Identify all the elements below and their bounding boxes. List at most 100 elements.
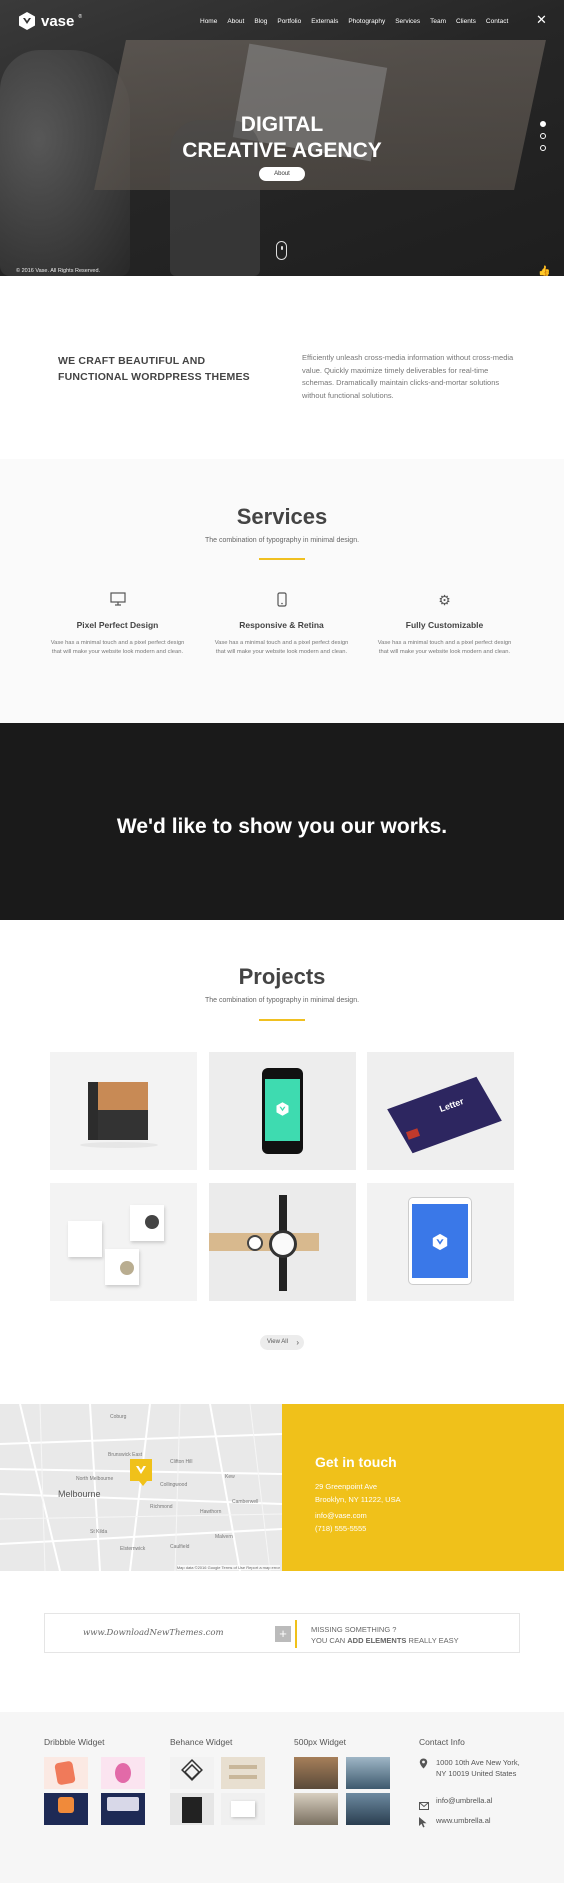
- add-line1: MISSING SOMETHING ?: [311, 1625, 397, 1634]
- map-label: Coburg: [110, 1414, 127, 1420]
- nav-contact[interactable]: Contact: [486, 18, 508, 25]
- slider-dot-3[interactable]: [540, 145, 546, 151]
- project-card-boxes[interactable]: [50, 1183, 197, 1301]
- dribbble-thumb-1[interactable]: [44, 1757, 88, 1789]
- chevron-right-icon: ›: [296, 1338, 299, 1347]
- services-title: Services: [236, 504, 328, 529]
- location-pin-icon: [419, 1758, 428, 1771]
- behance-shape: [229, 1775, 257, 1779]
- add-line2: YOU CAN ADD ELEMENTS REALLY EASY: [311, 1636, 459, 1645]
- book-cover-top: [98, 1082, 148, 1110]
- intro-text: Efficiently unleash cross-media informat…: [302, 353, 514, 400]
- service-card-1: Pixel Perfect Design Vase has a minimal …: [50, 592, 185, 657]
- map-pin-tail: [139, 1481, 147, 1486]
- view-all-button[interactable]: View All ›: [260, 1335, 304, 1350]
- 500px-thumb-4[interactable]: [346, 1793, 390, 1825]
- map-label: Richmond: [150, 1504, 173, 1510]
- 500px-thumb-3[interactable]: [294, 1793, 338, 1825]
- book-cover-bottom: [98, 1110, 148, 1140]
- map-label: Elsternwick: [120, 1546, 146, 1552]
- nav-services[interactable]: Services: [395, 18, 420, 25]
- brand-logo[interactable]: vase ®: [17, 11, 82, 31]
- service-text: Vase has a minimal touch and a pixel per…: [214, 640, 349, 655]
- book-shadow: [80, 1142, 158, 1148]
- contact-info-title: Contact Info: [419, 1737, 465, 1747]
- nav-photography[interactable]: Photography: [348, 18, 385, 25]
- nav-externals[interactable]: Externals: [311, 18, 338, 25]
- box-1: [68, 1221, 102, 1257]
- add-line2-pre: YOU CAN: [311, 1636, 348, 1645]
- monitor-icon: [50, 592, 185, 610]
- main-nav: Home About Blog Portfolio Externals Phot…: [200, 18, 518, 25]
- map-label: Brunswick East: [108, 1452, 143, 1458]
- project-card-phone[interactable]: [209, 1052, 356, 1170]
- behance-shape: [229, 1765, 257, 1769]
- map-label: Clifton Hill: [170, 1459, 193, 1465]
- dribbble-shape: [107, 1797, 139, 1811]
- slider-dot-1[interactable]: [540, 121, 546, 127]
- map-label: Kew: [225, 1474, 235, 1480]
- thumbs-up-icon[interactable]: 👍: [538, 266, 550, 277]
- hero-title-line1: DIGITAL: [240, 113, 324, 136]
- slider-dot-2[interactable]: [540, 133, 546, 139]
- nav-team[interactable]: Team: [430, 18, 446, 25]
- location-map[interactable]: Melbourne Brunswick East North Melbourne…: [0, 1404, 282, 1571]
- letter-flag: [387, 1076, 502, 1154]
- nav-blog[interactable]: Blog: [254, 18, 267, 25]
- projects-divider: [259, 1019, 305, 1021]
- map-pin-icon[interactable]: [130, 1459, 152, 1481]
- nav-home[interactable]: Home: [200, 18, 217, 25]
- close-icon[interactable]: ✕: [536, 13, 548, 26]
- works-title: We'd like to show you our works.: [116, 815, 448, 838]
- nav-portfolio[interactable]: Portfolio: [277, 18, 301, 25]
- footer-address: 1000 10th Ave New York, NY 10019 United …: [436, 1758, 520, 1778]
- watch-face-2: [120, 1261, 134, 1275]
- services-divider: [259, 558, 305, 560]
- behance-shape: [231, 1801, 255, 1817]
- behance-thumb-3[interactable]: [170, 1793, 214, 1825]
- projects-subtitle: The combination of typography in minimal…: [204, 997, 360, 1004]
- add-line2-post: REALLY EASY: [406, 1636, 459, 1645]
- footer-email[interactable]: info@umbrella.al: [436, 1796, 492, 1805]
- nav-about[interactable]: About: [227, 18, 244, 25]
- services-section: [0, 459, 564, 723]
- behance-thumb-2[interactable]: [221, 1757, 265, 1789]
- service-title: Responsive & Retina: [239, 620, 324, 630]
- contact-phone[interactable]: (718) 555-5555: [315, 1524, 366, 1533]
- 500px-thumb-2[interactable]: [346, 1757, 390, 1789]
- nav-clients[interactable]: Clients: [456, 18, 476, 25]
- map-city-label: Melbourne: [58, 1489, 101, 1499]
- behance-thumb-4[interactable]: [221, 1793, 265, 1825]
- scroll-down-icon[interactable]: [276, 241, 287, 260]
- footer-web[interactable]: www.umbrella.al: [436, 1816, 491, 1825]
- dribbble-thumb-4[interactable]: [101, 1793, 145, 1825]
- add-elements-bar: www.DownloadNewThemes.com + MISSING SOME…: [44, 1613, 520, 1653]
- hero-copyright: © 2016 Vase. All Rights Reserved.: [16, 268, 101, 274]
- 500px-widget-title: 500px Widget: [294, 1737, 346, 1747]
- dribbble-widget-title: Dribbble Widget: [44, 1737, 105, 1747]
- dribbble-shape: [115, 1763, 131, 1783]
- service-title: Fully Customizable: [405, 620, 484, 630]
- contact-email[interactable]: info@vase.com: [315, 1511, 367, 1520]
- project-card-letter[interactable]: Letter: [367, 1052, 514, 1170]
- project-card-book[interactable]: [50, 1052, 197, 1170]
- behance-thumb-1[interactable]: [170, 1757, 214, 1789]
- dribbble-thumb-3[interactable]: [44, 1793, 88, 1825]
- service-title: Pixel Perfect Design: [76, 620, 159, 630]
- project-card-tablet[interactable]: [367, 1183, 514, 1301]
- wood-bar: [209, 1233, 319, 1251]
- behance-shape: [182, 1797, 202, 1823]
- hero-about-button[interactable]: About: [259, 167, 305, 181]
- hero-section: [0, 0, 564, 276]
- vase-logo-icon: [19, 12, 35, 30]
- view-all-label: View All: [267, 1339, 288, 1345]
- watermark-text: www.DownloadNewThemes.com: [83, 1628, 224, 1638]
- dribbble-thumb-2[interactable]: [101, 1757, 145, 1789]
- intro-heading: WE CRAFT BEAUTIFUL AND FUNCTIONAL WORDPR…: [58, 355, 250, 383]
- service-card-2: Responsive & Retina Vase has a minimal t…: [214, 592, 349, 657]
- 500px-thumb-1[interactable]: [294, 1757, 338, 1789]
- map-attribution: Map data ©2016 Google Terms of Use Repor…: [176, 1565, 280, 1570]
- dribbble-shape: [54, 1760, 76, 1786]
- plus-icon[interactable]: +: [275, 1626, 291, 1642]
- project-card-watch[interactable]: [209, 1183, 356, 1301]
